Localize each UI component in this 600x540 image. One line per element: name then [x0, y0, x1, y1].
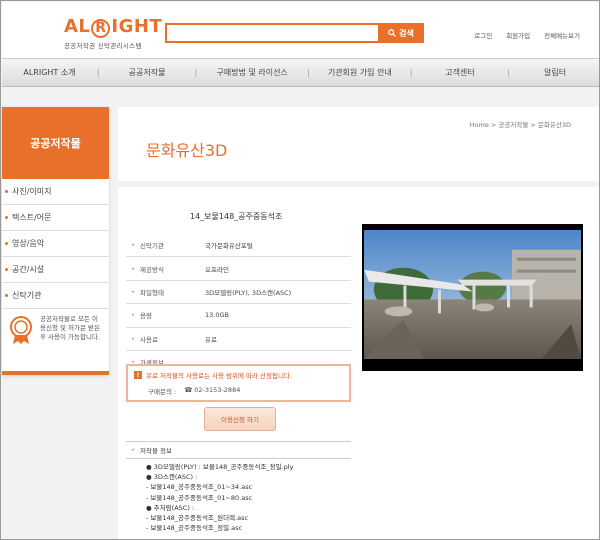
preview-image[interactable]	[362, 224, 583, 371]
search-input[interactable]	[165, 23, 380, 43]
apply-button[interactable]: 이용신청 하기	[204, 407, 276, 431]
sidebar-item-text[interactable]: 텍스트/어문	[2, 205, 109, 231]
pavilion-3d-render	[364, 230, 581, 359]
nav-item-notice[interactable]: 알림터	[510, 67, 599, 78]
row-value: 3D모델링(PLY), 3D스캔(ASC)	[205, 288, 292, 297]
sidebar-item-trust-org[interactable]: 신탁기관	[2, 283, 109, 309]
sidebar-notice-text: 공공저작물로 모든 이용신청 및 허가문 받은 후 사용이 가능합니다.	[40, 315, 101, 341]
page-frame: AL R IGHT 공공저작권 신탁관리시스템 검색 로그인 회원가입 전체메뉴보기…	[0, 0, 600, 540]
info-table: • 신탁기관 국가문화유산포털 • 제공방식 오프라인 • 파일형태 3D모델링(PLY),…	[126, 234, 351, 375]
contact-phone: 02-3153-2884	[194, 386, 241, 394]
nav-item-purchase[interactable]: 구매방법 및 라이선스	[197, 67, 307, 78]
table-row: • 신탁기관 국가문화유산포털	[126, 234, 351, 258]
row-bullet: •	[131, 311, 135, 320]
search-icon	[388, 29, 397, 37]
row-label: 신탁기관	[140, 242, 164, 251]
purchase-contact: 구매문의 : ☎ 02-3153-2884	[134, 386, 343, 396]
content-panel: 14_보물148_공주중동석조 • 신탁기관 국가문화유산포털 • 제공방식 오프라인 …	[118, 187, 599, 539]
list-item: ● 추처럼(ASC) :	[146, 503, 195, 512]
row-bullet: •	[131, 334, 135, 343]
breadcrumb: Home > 공공저작물 > 문화유산3D	[469, 121, 571, 129]
search-button[interactable]: 검색	[378, 23, 424, 43]
list-item: - 보물148_공주중동석조_01~80.asc	[146, 493, 253, 502]
signup-link[interactable]: 회원가입	[506, 30, 530, 40]
util-links: 로그인 회원가입 전체메뉴보기	[474, 30, 580, 40]
sidebar-item-photo[interactable]: 사진/이미지	[2, 179, 109, 205]
exclamation-icon: !	[134, 371, 142, 379]
sidebar-bottom-bar	[2, 371, 109, 375]
list-item: - 보물148_공주중동석조_01~34.asc	[146, 483, 253, 492]
nav-item-about[interactable]: ALRIGHT 소개	[2, 67, 97, 78]
sidebar: 공공저작물 사진/이미지 텍스트/어문 영상/음악 공간/시설 신탁기관 공공저…	[2, 107, 109, 375]
sidebar-notice: 공공저작물로 모든 이용신청 및 허가문 받은 후 사용이 가능합니다.	[2, 309, 109, 345]
list-header: • 저작물 정보	[126, 441, 351, 459]
list-item: ● 3D모델링(PLY) : 보물148_공주중동석조_정밀.ply	[146, 463, 294, 471]
nav-item-support[interactable]: 고객센터	[412, 67, 507, 78]
list-header-label: 저작물 정보	[140, 447, 172, 455]
login-link[interactable]: 로그인	[474, 30, 492, 40]
row-bullet: •	[131, 287, 135, 296]
list-item: ● 3D스캔(ASC) :	[146, 473, 198, 482]
item-title: 14_보물148_공주중동석조	[190, 212, 283, 221]
row-value: 유료	[205, 335, 217, 344]
sidebar-item-space[interactable]: 공간/시설	[2, 257, 109, 283]
row-bullet: •	[131, 264, 135, 273]
header: AL R IGHT 공공저작권 신탁관리시스템 검색 로그인 회원가입 전체메뉴보기	[2, 2, 599, 58]
row-value: 13.0GB	[205, 311, 229, 320]
row-label: 사용료	[140, 335, 158, 344]
logo-text: AL R IGHT	[64, 16, 163, 38]
table-row: • 사용료 유료	[126, 328, 351, 351]
file-list: ● 3D모델링(PLY) : 보물148_공주중동석조_정밀.ply ● 3D스…	[146, 462, 293, 533]
table-row: • 제공방식 오프라인	[126, 257, 351, 281]
row-label: 용량	[140, 312, 152, 321]
row-label: 파일형태	[140, 288, 164, 297]
search-button-label: 검색	[399, 28, 414, 38]
page-title: 문화유산3D	[146, 141, 228, 160]
list-item: - 보물148_공주중동석조_원더렉.asc	[146, 514, 249, 523]
row-value: 오프라인	[205, 265, 229, 274]
logo-subtitle: 공공저작권 신탁관리시스템	[64, 42, 142, 50]
price-notice-box: ! 유료 저작물의 사용료는 사용 범위에 따라 산정됩니다. 구매문의 : ☎…	[126, 364, 351, 402]
row-bullet: •	[131, 446, 135, 454]
phone-icon: ☎	[184, 386, 193, 394]
row-bullet: •	[131, 241, 135, 250]
nav-item-org-signup[interactable]: 기관회원 가입 안내	[310, 67, 410, 78]
sidebar-item-media[interactable]: 영상/음악	[2, 231, 109, 257]
contact-label: 구매문의 :	[148, 388, 177, 396]
ribbon-badge-icon	[10, 316, 32, 344]
row-label: 제공방식	[140, 265, 164, 274]
row-value: 국가문화유산포털	[205, 242, 253, 251]
list-item: - 보물148_공주중동석조_정밀.asc	[146, 524, 243, 533]
table-row: • 용량 13.0GB	[126, 304, 351, 328]
logo[interactable]: AL R IGHT 공공저작권 신탁관리시스템	[64, 16, 162, 50]
table-row: • 파일형태 3D모델링(PLY), 3D스캔(ASC)	[126, 281, 351, 305]
sitemap-link[interactable]: 전체메뉴보기	[544, 30, 580, 40]
sidebar-title: 공공저작물	[2, 107, 109, 179]
price-notice-text: 유료 저작물의 사용료는 사용 범위에 따라 산정됩니다.	[146, 372, 293, 380]
price-notice: ! 유료 저작물의 사용료는 사용 범위에 따라 산정됩니다.	[134, 370, 343, 380]
nav-item-public-works[interactable]: 공공저작물	[100, 67, 195, 78]
main-nav: ALRIGHT 소개 | 공공저작물 | 구매방법 및 라이선스 | 기관회원 …	[2, 58, 599, 87]
title-panel: Home > 공공저작물 > 문화유산3D 문화유산3D	[118, 107, 599, 181]
